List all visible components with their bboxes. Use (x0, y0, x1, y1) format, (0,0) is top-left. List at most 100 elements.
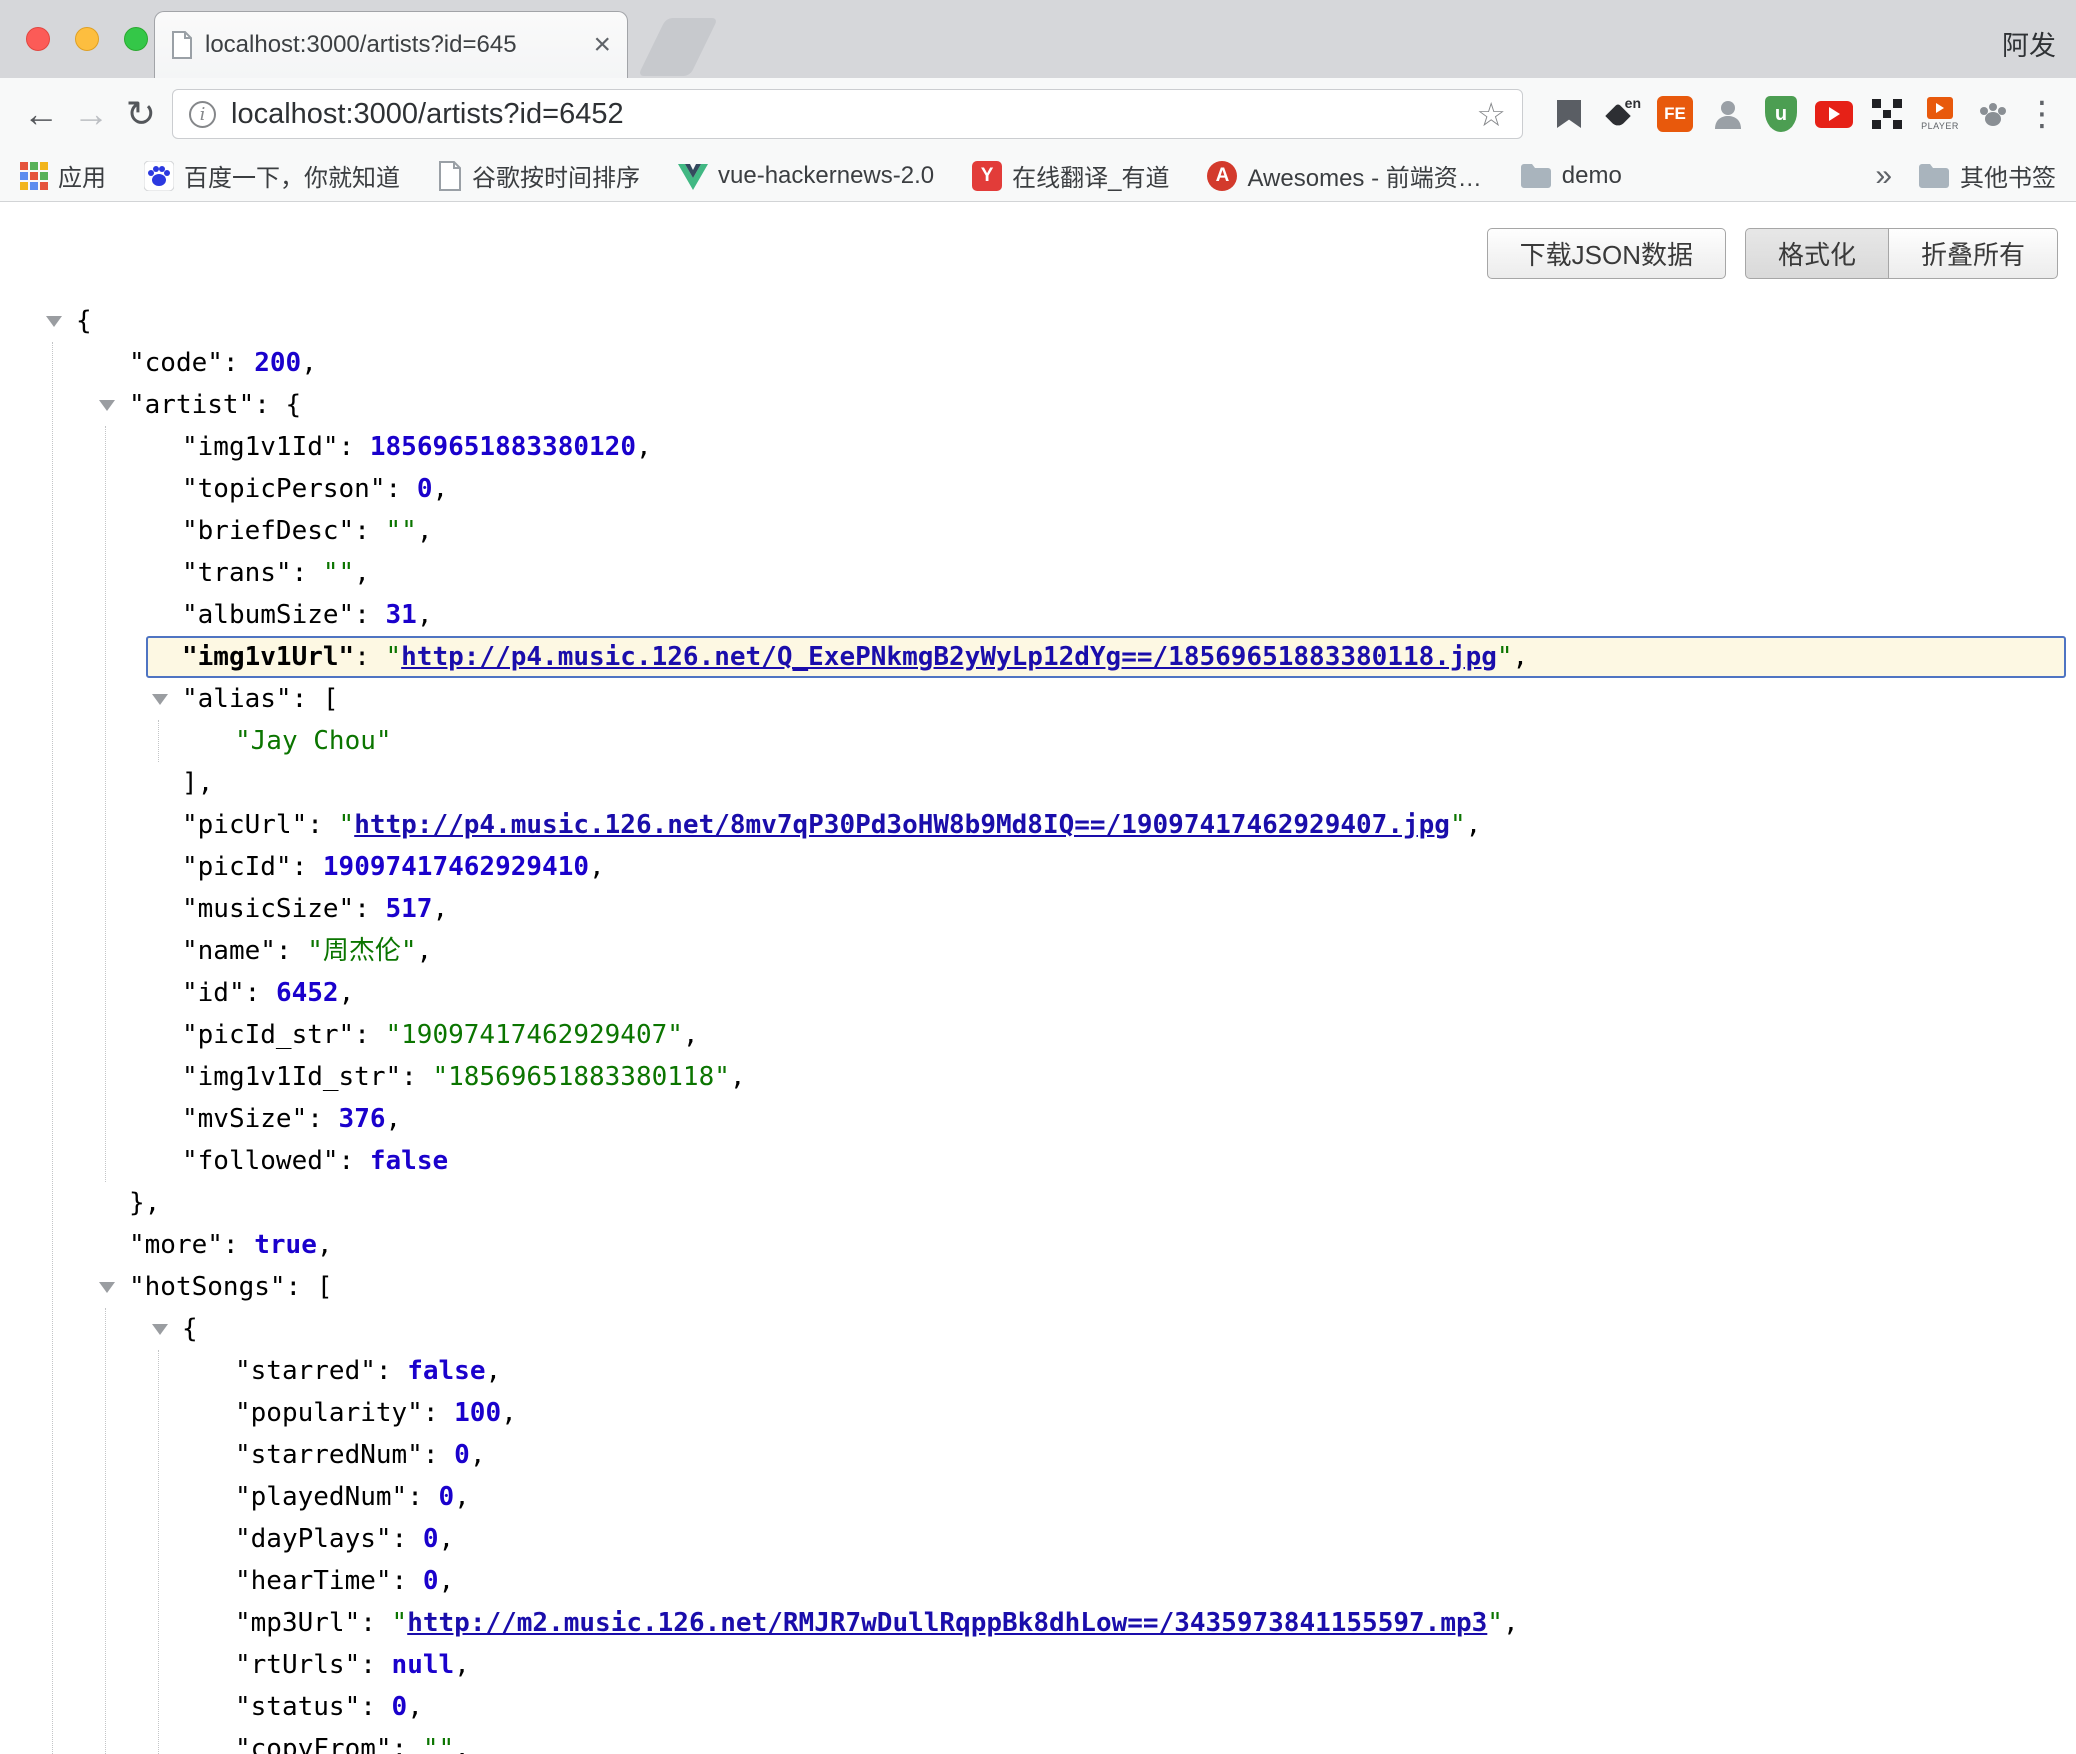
json-token: 100 (454, 1398, 501, 1428)
json-token: "starredNum" (235, 1440, 423, 1470)
bookmark-vue-hackernews[interactable]: vue-hackernews-2.0 (678, 162, 934, 190)
json-token: : (392, 1524, 423, 1554)
bookmark-apps[interactable]: 应用 (20, 158, 106, 193)
bookmark-star-icon[interactable]: ☆ (1476, 95, 1506, 134)
json-token: "briefDesc" (182, 516, 354, 546)
collapse-toggle-icon[interactable] (99, 1282, 115, 1293)
collapse-toggle-icon[interactable] (152, 694, 168, 705)
json-line: ], (0, 762, 2076, 804)
json-line: "more": true, (0, 1224, 2076, 1266)
json-link[interactable]: http://m2.music.126.net/RMJR7wDullRqppBk… (407, 1608, 1487, 1638)
new-tab-button[interactable] (638, 18, 718, 76)
bookmark-baidu[interactable]: 百度一下，你就知道 (144, 158, 400, 193)
forward-icon[interactable]: → (66, 89, 116, 139)
json-token: "trans" (182, 558, 292, 588)
json-token: , (417, 936, 433, 966)
json-token: , (1513, 642, 1529, 672)
collapse-all-button[interactable]: 折叠所有 (1889, 228, 2058, 279)
indent-guide (158, 1350, 159, 1754)
json-token: , (454, 1482, 470, 1512)
extension-shield-icon[interactable]: u (1760, 93, 1802, 135)
json-link[interactable]: http://p4.music.126.net/8mv7qP30Pd3oHW8b… (354, 810, 1450, 840)
close-window-button[interactable] (26, 27, 50, 51)
json-token: , (454, 1650, 470, 1680)
other-bookmarks[interactable]: 其他书签 (1918, 158, 2056, 193)
json-viewer: {"code": 200,"artist": {"img1v1Id": 1856… (0, 300, 2076, 1754)
json-token: : (354, 894, 385, 924)
extension-fe-icon[interactable]: FE (1654, 93, 1696, 135)
extension-paw-icon[interactable] (1972, 93, 2014, 135)
extension-player-icon[interactable]: PLAYER (1919, 93, 1961, 135)
player-label: PLAYER (1921, 121, 1959, 131)
json-line: "mp3Url": "http://m2.music.126.net/RMJR7… (0, 1602, 2076, 1644)
json-token: : (354, 516, 385, 546)
json-line: "status": 0, (0, 1686, 2076, 1728)
bookmark-demo-folder[interactable]: demo (1520, 162, 1622, 190)
format-button[interactable]: 格式化 (1745, 228, 1889, 279)
json-token: , (589, 852, 605, 882)
bookmark-youdao[interactable]: Y 在线翻译_有道 (972, 158, 1169, 193)
json-token: " (1450, 810, 1466, 840)
browser-tab[interactable]: localhost:3000/artists?id=645 × (154, 11, 628, 78)
url-input[interactable]: localhost:3000/artists?id=6452 (231, 98, 624, 131)
json-token: : (392, 1566, 423, 1596)
address-bar[interactable]: i localhost:3000/artists?id=6452 ☆ (172, 89, 1523, 139)
collapse-toggle-icon[interactable] (152, 1324, 168, 1335)
bookmark-google-sort[interactable]: 谷歌按时间排序 (438, 158, 640, 193)
json-line: "name": "周杰伦", (0, 930, 2076, 972)
download-json-button[interactable]: 下载JSON数据 (1487, 228, 1726, 279)
json-token: "mp3Url" (235, 1608, 360, 1638)
page-info-icon[interactable]: i (189, 101, 216, 128)
indent-guide (158, 720, 159, 762)
bookmark-awesomes[interactable]: A Awesomes - 前端资… (1207, 158, 1481, 193)
json-token: " (1497, 642, 1513, 672)
json-token: , (386, 1104, 402, 1134)
json-line: "topicPerson": 0, (0, 468, 2076, 510)
json-line: "popularity": 100, (0, 1392, 2076, 1434)
json-token: , (636, 432, 652, 462)
json-actions: 下载JSON数据 格式化 折叠所有 (1487, 228, 2058, 279)
json-token: : (354, 642, 385, 672)
bookmark-label: 谷歌按时间排序 (472, 158, 640, 193)
browser-menu-icon[interactable]: ⋮ (2024, 93, 2060, 135)
json-token: : (401, 1062, 432, 1092)
other-bookmarks-label: 其他书签 (1960, 158, 2056, 193)
collapse-toggle-icon[interactable] (99, 400, 115, 411)
json-line: "img1v1Id": 18569651883380120, (0, 426, 2076, 468)
json-token: : (360, 1608, 391, 1638)
json-token: 0 (417, 474, 433, 504)
json-token: 517 (386, 894, 433, 924)
back-icon[interactable]: ← (16, 89, 66, 139)
tab-strip: localhost:3000/artists?id=645 × 阿发 (0, 0, 2076, 78)
json-token: "" (386, 516, 417, 546)
json-token: : (339, 432, 370, 462)
zoom-window-button[interactable] (124, 27, 148, 51)
json-line: "playedNum": 0, (0, 1476, 2076, 1518)
extension-flag-icon[interactable] (1548, 93, 1590, 135)
json-token: "more" (129, 1230, 223, 1260)
json-token: 0 (439, 1482, 455, 1512)
folder-icon (1918, 163, 1950, 189)
json-token: "playedNum" (235, 1482, 407, 1512)
extension-translate-pen-icon[interactable]: en (1601, 93, 1643, 135)
browser-toolbar: ← → ↻ i localhost:3000/artists?id=6452 ☆… (0, 78, 2076, 150)
collapse-toggle-icon[interactable] (46, 316, 62, 327)
extension-profile-silhouette-icon[interactable] (1707, 93, 1749, 135)
json-token: , (439, 1566, 455, 1596)
extension-youtube-icon[interactable] (1813, 93, 1855, 135)
page-icon (438, 161, 462, 191)
extension-qr-code-icon[interactable] (1866, 93, 1908, 135)
json-link[interactable]: http://p4.music.126.net/Q_ExePNkmgB2yWyL… (401, 642, 1497, 672)
json-line: "hotSongs": [ (0, 1266, 2076, 1308)
json-token: "picId" (182, 852, 292, 882)
json-token: : (223, 348, 254, 378)
json-line: "dayPlays": 0, (0, 1518, 2076, 1560)
shield-label: u (1765, 96, 1797, 132)
json-token: 31 (386, 600, 417, 630)
bookmarks-overflow-icon[interactable]: » (1875, 159, 1892, 193)
json-line: "albumSize": 31, (0, 594, 2076, 636)
reload-icon[interactable]: ↻ (116, 89, 166, 139)
minimize-window-button[interactable] (75, 27, 99, 51)
tab-close-icon[interactable]: × (593, 30, 611, 60)
profile-name[interactable]: 阿发 (2002, 24, 2056, 63)
